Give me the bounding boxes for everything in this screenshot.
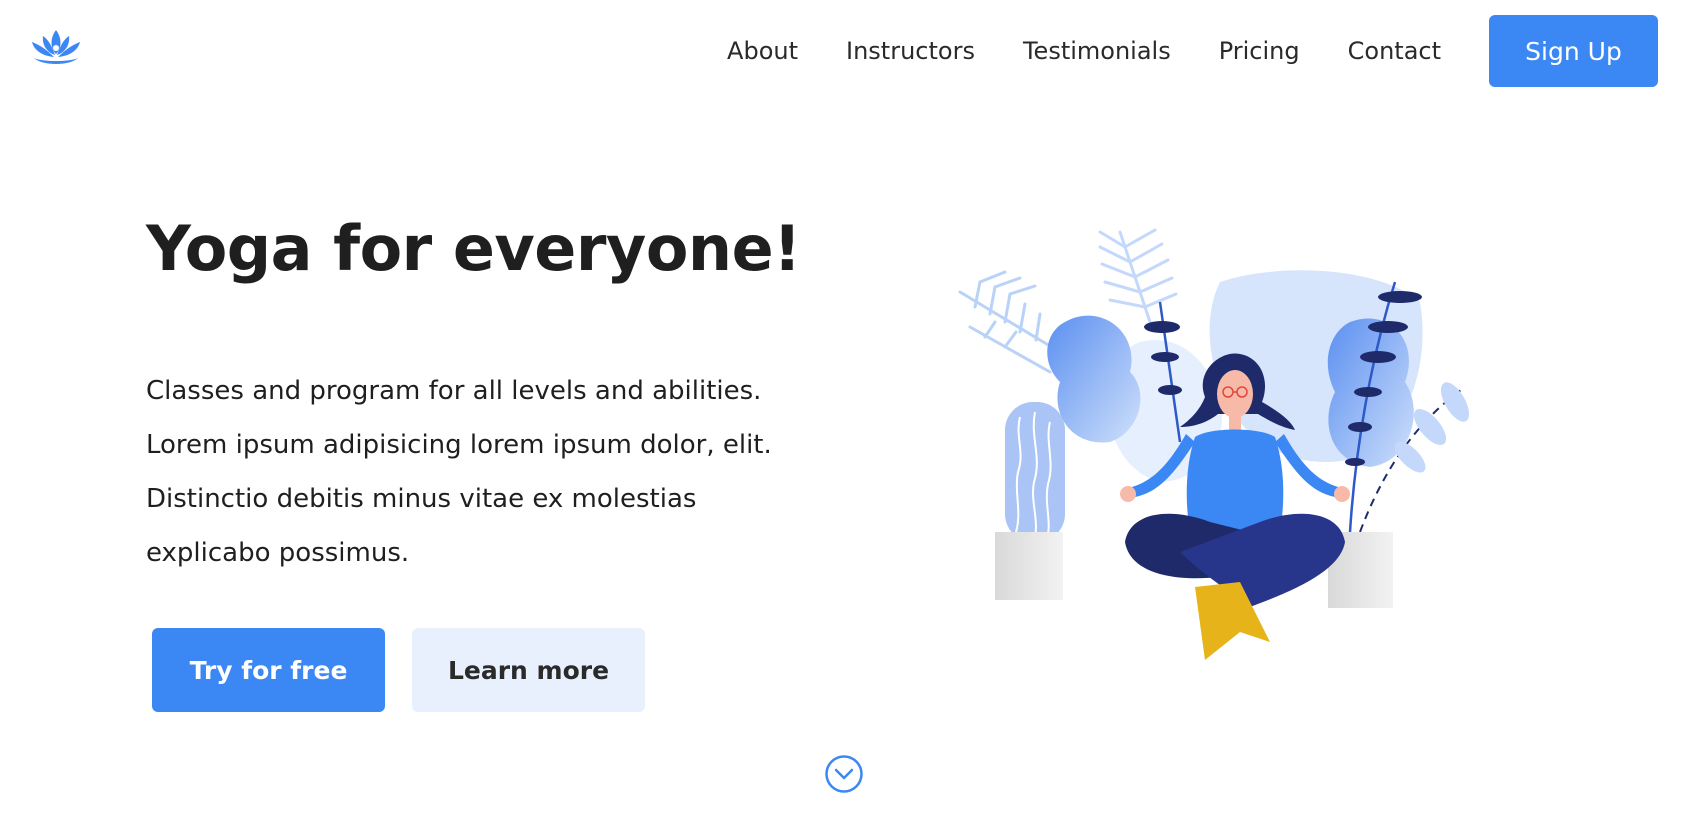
lotus-logo-icon[interactable] [28, 26, 84, 70]
hero-description-line: Distinctio debitis minus vitae ex molest… [146, 484, 697, 514]
nav-link-contact[interactable]: Contact [1348, 37, 1441, 65]
hero-description-line: explicabo possimus. [146, 538, 410, 568]
nav-link-about[interactable]: About [727, 37, 798, 65]
nav-link-instructors[interactable]: Instructors [846, 37, 975, 65]
hero-description: Classes and program for all levels and a… [146, 364, 826, 580]
chevron-down-circle-icon[interactable] [824, 754, 864, 794]
nav-link-pricing[interactable]: Pricing [1219, 37, 1300, 65]
learn-more-button[interactable]: Learn more [412, 628, 645, 712]
hero-description-line: Classes and program for all levels and a… [146, 376, 762, 406]
nav-link-testimonials[interactable]: Testimonials [1023, 37, 1171, 65]
sign-up-button[interactable]: Sign Up [1489, 15, 1658, 87]
hero-description-line: Lorem ipsum adipisicing lorem ipsum dolo… [146, 430, 772, 460]
main-nav: About Instructors Testimonials Pricing C… [727, 15, 1658, 87]
meditating-woman-illustration [958, 228, 1469, 660]
hero-title: Yoga for everyone! [146, 212, 801, 285]
try-for-free-button[interactable]: Try for free [152, 628, 385, 712]
